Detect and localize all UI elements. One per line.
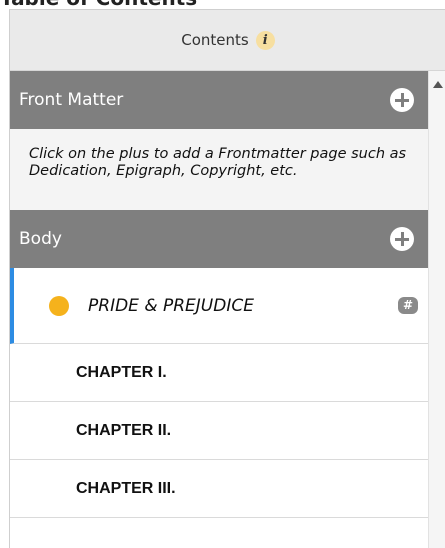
front-matter-section[interactable]: Front Matter <box>10 71 428 129</box>
chapter-item-1[interactable]: CHAPTER I. <box>10 344 428 402</box>
chapter-item-2[interactable]: CHAPTER II. <box>10 402 428 460</box>
contents-panel: Contents i Front Matter Click on the plu… <box>9 9 445 548</box>
chapter-title: CHAPTER I. <box>76 363 167 381</box>
page-heading-cut: Table of Contents <box>0 0 445 8</box>
contents-title: Contents <box>181 31 249 49</box>
contents-header: Contents i <box>10 10 445 71</box>
body-section[interactable]: Body <box>10 210 428 268</box>
book-title: PRIDE & PREJUDICE <box>88 295 254 316</box>
book-item-pride-and-prejudice[interactable]: PRIDE & PREJUDICE # <box>10 268 428 344</box>
status-dot-icon <box>49 295 69 316</box>
vertical-scrollbar[interactable] <box>428 71 445 548</box>
body-label: Body <box>19 229 62 249</box>
front-matter-label: Front Matter <box>19 90 124 110</box>
chapter-title: CHAPTER III. <box>76 479 176 497</box>
scroll-up-arrow-icon[interactable] <box>433 81 443 88</box>
contents-scroll-area: Front Matter Click on the plus to add a … <box>10 71 445 548</box>
info-icon[interactable]: i <box>255 30 275 50</box>
front-matter-hint: Click on the plus to add a Frontmatter p… <box>10 129 428 210</box>
add-front-matter-plus-icon[interactable] <box>390 88 414 112</box>
chapter-title: CHAPTER II. <box>76 421 172 439</box>
chapter-item-3[interactable]: CHAPTER III. <box>10 460 428 518</box>
add-body-plus-icon[interactable] <box>390 227 414 251</box>
contents-list: Front Matter Click on the plus to add a … <box>10 71 428 518</box>
hash-icon[interactable]: # <box>398 297 418 314</box>
